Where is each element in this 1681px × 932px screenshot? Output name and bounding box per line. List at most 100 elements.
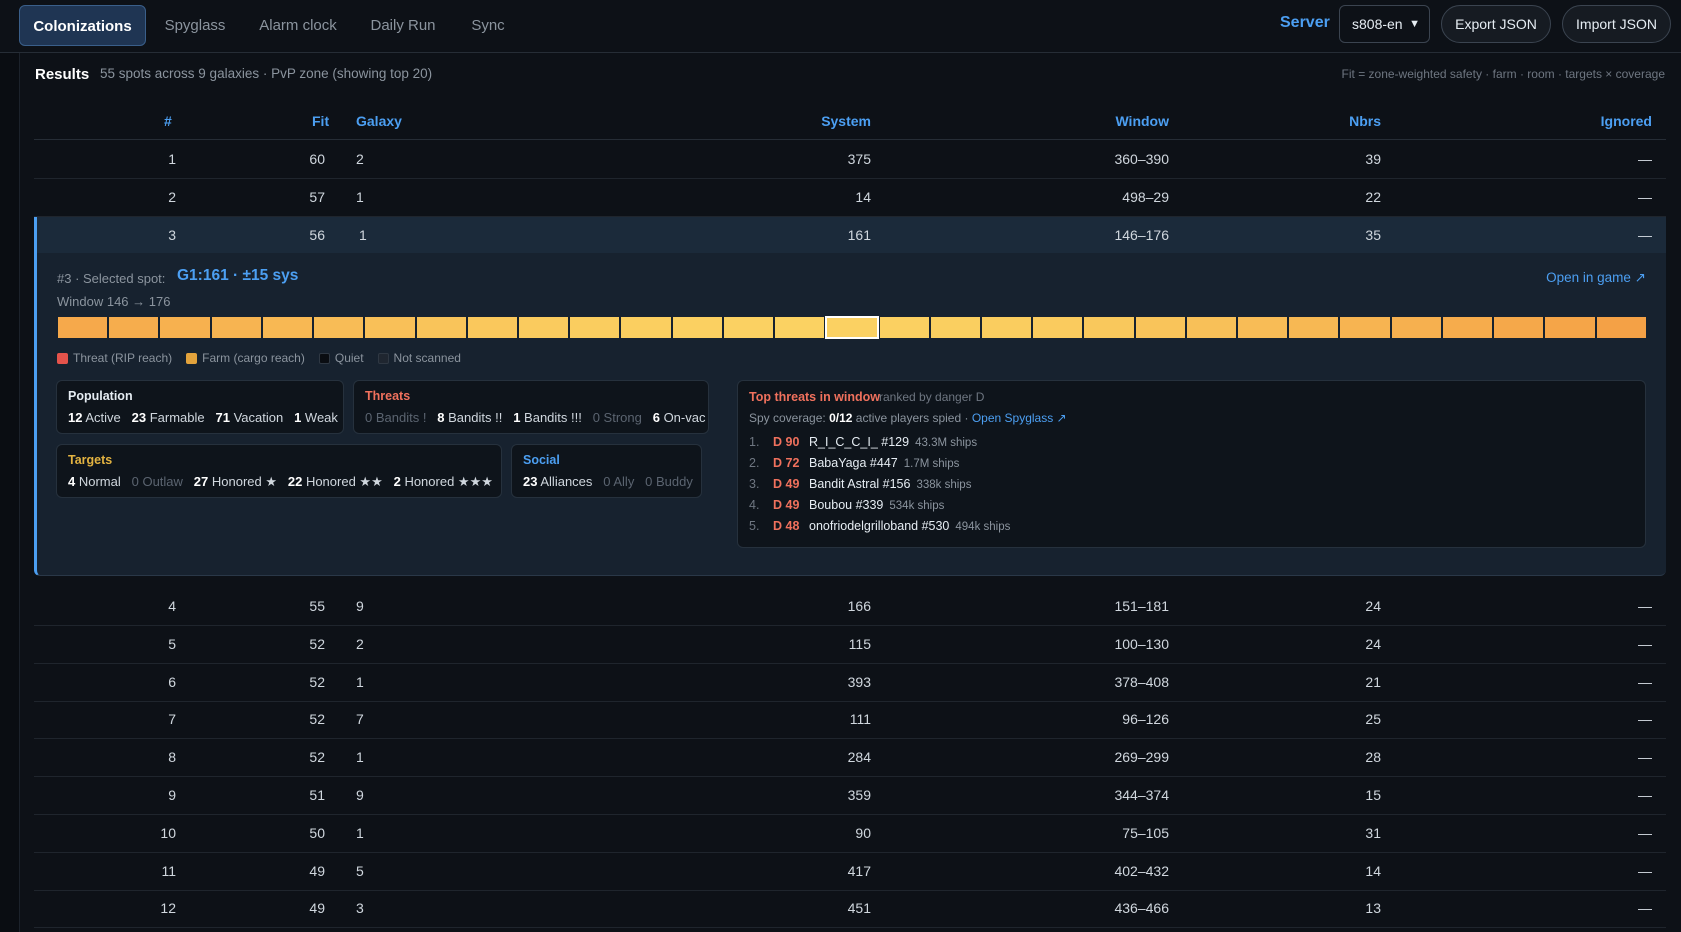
- threat-d: D 49: [773, 498, 800, 512]
- cell-rank: 1: [168, 151, 176, 167]
- heat-cell[interactable]: [929, 316, 981, 339]
- threat-d: D 49: [773, 477, 800, 491]
- heat-cell[interactable]: [569, 316, 621, 339]
- table-row[interactable]: 7 52 7 111 96–126 25 —: [34, 701, 1666, 740]
- table-row[interactable]: 8 52 1 284 269–299 28 —: [34, 739, 1666, 778]
- col-header-ignored[interactable]: Ignored: [1601, 113, 1652, 129]
- cell-fit: 56: [309, 227, 325, 243]
- results-title: Results: [35, 66, 90, 83]
- threat-list-item[interactable]: 3. D 49 Bandit Astral #156 338k ships: [749, 477, 971, 491]
- table-row[interactable]: 6 52 1 393 378–408 21 —: [34, 664, 1666, 702]
- heat-cell[interactable]: [415, 316, 467, 339]
- open-spyglass-link[interactable]: Open Spyglass ↗: [972, 411, 1067, 425]
- heat-cell[interactable]: [57, 316, 109, 339]
- heat-cell[interactable]: [1441, 316, 1494, 339]
- col-header-system[interactable]: System: [821, 113, 871, 129]
- table-row[interactable]: 3 56 1 161 146–176 35 —: [34, 217, 1666, 255]
- cell-ignored: —: [1638, 824, 1652, 841]
- table-row[interactable]: 12 49 3 451 436–466 13 —: [34, 890, 1666, 929]
- import-json-button[interactable]: Import JSON: [1562, 5, 1671, 43]
- heat-cell[interactable]: [1390, 316, 1442, 339]
- tab-colonizations[interactable]: Colonizations: [19, 5, 146, 46]
- heat-cell[interactable]: [1288, 316, 1340, 339]
- heat-cell[interactable]: [1134, 316, 1186, 339]
- col-header-window[interactable]: Window: [1115, 113, 1169, 129]
- cell-nbrs: 14: [1365, 862, 1381, 879]
- spy-coverage: Spy coverage: 0/12 active players spied …: [749, 411, 1067, 425]
- heat-cell[interactable]: [722, 316, 775, 339]
- threat-list-item[interactable]: 5. D 48 onofriodelgrilloband #530 494k ship…: [749, 519, 1010, 533]
- heat-cell[interactable]: [364, 316, 416, 339]
- legend-label: Not scanned: [393, 351, 461, 365]
- tab-daily-run[interactable]: Daily Run: [361, 5, 445, 46]
- cell-ignored: —: [1638, 189, 1652, 205]
- cell-fit: 52: [309, 749, 325, 766]
- threat-ships: 338k ships: [916, 479, 972, 491]
- col-header-fit[interactable]: Fit: [312, 113, 329, 129]
- cell-nbrs: 24: [1365, 635, 1381, 652]
- heat-cell[interactable]: [878, 316, 930, 339]
- threat-list-item[interactable]: 1. D 90 R_I_C_C_I_ #129 43.3M ships: [749, 435, 977, 449]
- cell-ignored: —: [1638, 151, 1652, 167]
- export-json-button[interactable]: Export JSON: [1441, 5, 1551, 43]
- heat-cell[interactable]: [1339, 316, 1391, 339]
- tab-sync[interactable]: Sync: [461, 5, 515, 46]
- cell-window: 378–408: [1114, 673, 1169, 690]
- threats-title: Threats: [365, 389, 411, 403]
- table-row[interactable]: 10 50 1 90 75–105 31 —: [34, 815, 1666, 853]
- cell-ignored: —: [1638, 862, 1652, 879]
- table-row[interactable]: 4 55 9 166 151–181 24 —: [34, 588, 1666, 626]
- threat-n: 4.: [749, 498, 760, 512]
- heat-cell[interactable]: [159, 316, 211, 339]
- heat-cell[interactable]: [108, 316, 160, 339]
- cell-fit: 55: [309, 598, 325, 614]
- heat-cell[interactable]: [1544, 316, 1596, 339]
- col-header-nbrs[interactable]: Nbrs: [1349, 113, 1381, 129]
- cell-window: 96–126: [1122, 711, 1169, 728]
- table-row[interactable]: 9 51 9 359 344–374 15 —: [34, 777, 1666, 815]
- heat-cell[interactable]: [517, 316, 570, 339]
- heat-cell[interactable]: [980, 316, 1033, 339]
- heat-cell[interactable]: [1083, 316, 1135, 339]
- heat-cell[interactable]: [1595, 316, 1647, 339]
- heat-cell[interactable]: [1493, 316, 1545, 339]
- server-select[interactable]: s808-en ▼: [1339, 5, 1430, 43]
- heat-cell[interactable]: [1185, 316, 1238, 339]
- table-row[interactable]: 2 57 1 14 498–29 22 —: [34, 179, 1666, 217]
- table-row[interactable]: 1 60 2 375 360–390 39 —: [34, 141, 1666, 179]
- cell-rank: 2: [168, 189, 176, 205]
- heat-cell[interactable]: [210, 316, 262, 339]
- tab-spyglass[interactable]: Spyglass: [152, 5, 238, 46]
- cell-system: 14: [855, 189, 871, 205]
- cell-galaxy: 7: [356, 711, 364, 728]
- targets-card: Targets 4 Normal 0 Outlaw 27 Honored ★ 2…: [56, 444, 502, 498]
- heat-cell[interactable]: [774, 316, 826, 339]
- heat-cell[interactable]: [671, 316, 723, 339]
- open-in-game-link[interactable]: Open in game ↗: [1546, 270, 1646, 286]
- cell-system: 284: [847, 749, 871, 766]
- cell-galaxy: 1: [359, 227, 367, 243]
- cell-nbrs: 35: [1365, 227, 1381, 243]
- threat-list-item[interactable]: 4. D 49 Boubou #339 534k ships: [749, 498, 944, 512]
- heat-cell[interactable]: [1032, 316, 1084, 339]
- cell-nbrs: 31: [1365, 824, 1381, 841]
- cell-window: 344–374: [1114, 787, 1169, 803]
- heat-cell[interactable]: [620, 316, 672, 339]
- col-header-rank[interactable]: #: [164, 113, 172, 129]
- heat-cell[interactable]: [1237, 316, 1289, 339]
- col-header-galaxy[interactable]: Galaxy: [356, 113, 402, 129]
- table-row[interactable]: 5 52 2 115 100–130 24 —: [34, 626, 1666, 664]
- threat-d: D 72: [773, 456, 800, 470]
- cell-ignored: —: [1638, 673, 1652, 690]
- fit-formula-note: Fit = zone-weighted safety · farm · room…: [1341, 67, 1665, 81]
- heat-cell[interactable]: [313, 316, 365, 339]
- cell-ignored: —: [1638, 711, 1652, 728]
- heat-cell[interactable]: [466, 316, 518, 339]
- heat-cell-selected[interactable]: [825, 316, 879, 339]
- threat-list-item[interactable]: 2. D 72 BabaYaga #447 1.7M ships: [749, 456, 959, 470]
- cell-nbrs: 39: [1365, 151, 1381, 167]
- cell-nbrs: 24: [1365, 598, 1381, 614]
- tab-alarm-clock[interactable]: Alarm clock: [250, 5, 346, 46]
- table-row[interactable]: 11 49 5 417 402–432 14 —: [34, 853, 1666, 891]
- heat-cell[interactable]: [261, 316, 314, 339]
